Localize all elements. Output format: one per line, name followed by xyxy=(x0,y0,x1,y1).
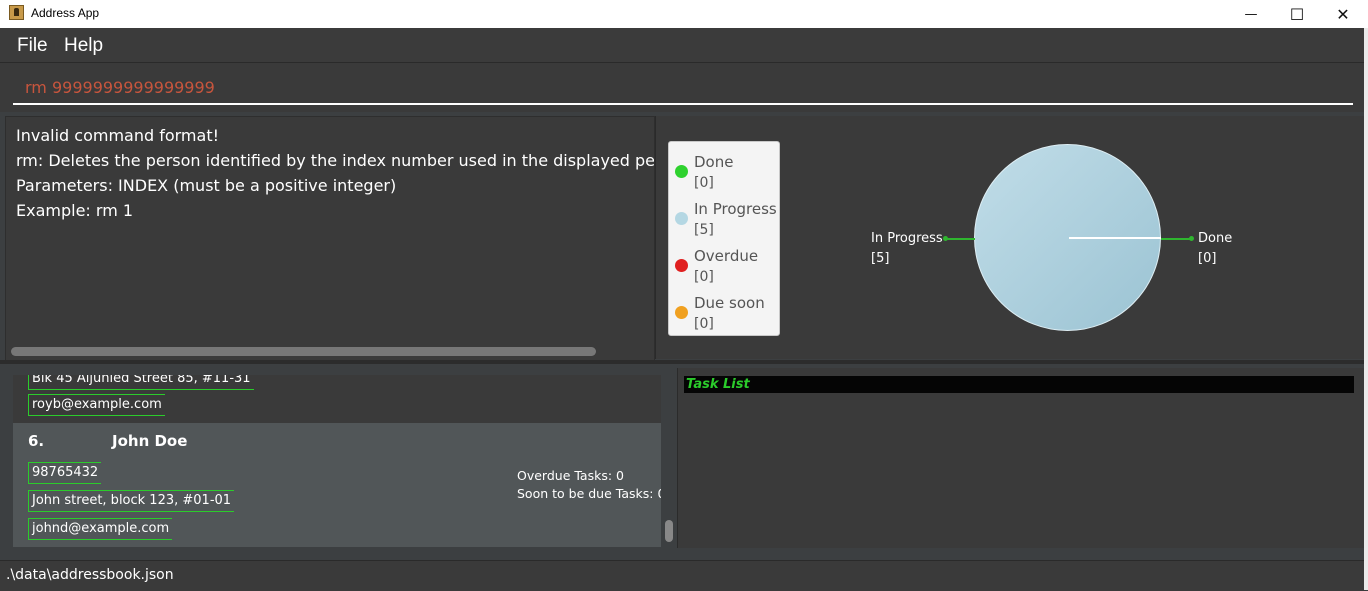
legend-dot-icon xyxy=(675,259,688,272)
pie-label-name: Done xyxy=(1198,231,1233,246)
done-leader-dot xyxy=(1189,236,1194,241)
legend-count: [0] xyxy=(694,269,714,285)
task-list-title: Task List xyxy=(686,377,750,392)
legend-label: Due soon xyxy=(694,294,765,312)
pie-label-value: [5] xyxy=(871,251,890,266)
legend-label: Overdue xyxy=(694,247,759,265)
window-edge xyxy=(1364,28,1368,590)
phone-tag: 98765432 xyxy=(28,462,102,484)
minimize-icon: — xyxy=(1244,6,1258,22)
email-tag: royb@example.com xyxy=(28,394,165,416)
person-name: John Doe xyxy=(112,432,188,450)
email-tag: johnd@example.com xyxy=(28,518,173,540)
result-display: Invalid command format! rm: Deletes the … xyxy=(5,116,655,361)
menu-help[interactable]: Help xyxy=(64,35,103,57)
person-list: Blk 45 Aljunied Street 85, #11-31 royb@e… xyxy=(13,375,661,547)
chart-legend: Done [0] In Progress [5] Overdue [0] Due soon [… xyxy=(668,141,780,336)
task-list-header: Task List xyxy=(684,376,1354,393)
overdue-tasks-count: Overdue Tasks: 0 xyxy=(517,468,624,483)
legend-item: Overdue [0] xyxy=(675,246,779,288)
result-line: Example: rm 1 xyxy=(16,201,134,220)
pie-slice-done xyxy=(1069,237,1161,239)
result-line: Invalid command format! xyxy=(16,126,220,145)
address-tag: Blk 45 Aljunied Street 85, #11-31 xyxy=(28,375,254,390)
menu-bar: File Help xyxy=(0,28,1366,63)
in-progress-leader-line xyxy=(946,238,975,240)
pie-label-name: In Progress xyxy=(871,231,943,246)
command-box xyxy=(0,63,1366,112)
panel-divider[interactable] xyxy=(0,360,1366,364)
legend-count: [0] xyxy=(694,175,714,191)
legend-item: In Progress [5] xyxy=(675,199,779,241)
in-progress-leader-dot xyxy=(943,236,948,241)
vertical-scrollbar[interactable] xyxy=(665,520,673,542)
legend-count: [5] xyxy=(694,222,714,238)
title-bar: Address App — ☐ ✕ xyxy=(0,0,1368,28)
address-tag: John street, block 123, #01-01 xyxy=(28,490,235,512)
status-bar: .\data\addressbook.json xyxy=(0,560,1366,591)
app-icon xyxy=(9,5,24,20)
person-card-selected[interactable]: 6. John Doe 98765432 John street, block … xyxy=(13,423,661,547)
menu-file[interactable]: File xyxy=(17,35,48,57)
legend-dot-icon xyxy=(675,165,688,178)
soon-due-tasks-count: Soon to be due Tasks: 0 xyxy=(517,486,661,501)
pie-label-value: [0] xyxy=(1198,251,1217,266)
pie-label-in-progress: In Progress [5] xyxy=(871,229,943,269)
legend-item: Due soon [0] xyxy=(675,293,779,335)
minimize-button[interactable]: — xyxy=(1228,0,1274,28)
result-line: Parameters: INDEX (must be a positive in… xyxy=(16,176,397,195)
close-button[interactable]: ✕ xyxy=(1320,0,1366,28)
save-location: .\data\addressbook.json xyxy=(6,567,174,583)
task-list-panel: Task List xyxy=(677,368,1365,548)
legend-count: [0] xyxy=(694,316,714,332)
maximize-icon: ☐ xyxy=(1289,4,1305,24)
pie-label-done: Done [0] xyxy=(1198,229,1232,269)
legend-dot-icon xyxy=(675,212,688,225)
result-line: rm: Deletes the person identified by the… xyxy=(16,151,655,170)
person-index: 6. xyxy=(28,432,45,450)
maximize-button[interactable]: ☐ xyxy=(1274,0,1320,28)
command-input[interactable] xyxy=(13,71,1353,105)
window-title: Address App xyxy=(31,6,100,20)
legend-label: Done xyxy=(694,153,734,171)
legend-item: Done [0] xyxy=(675,152,779,194)
done-leader-line xyxy=(1161,238,1191,240)
legend-dot-icon xyxy=(675,306,688,319)
legend-label: In Progress xyxy=(694,200,777,218)
horizontal-scrollbar[interactable] xyxy=(11,347,596,356)
close-icon: ✕ xyxy=(1336,4,1350,24)
